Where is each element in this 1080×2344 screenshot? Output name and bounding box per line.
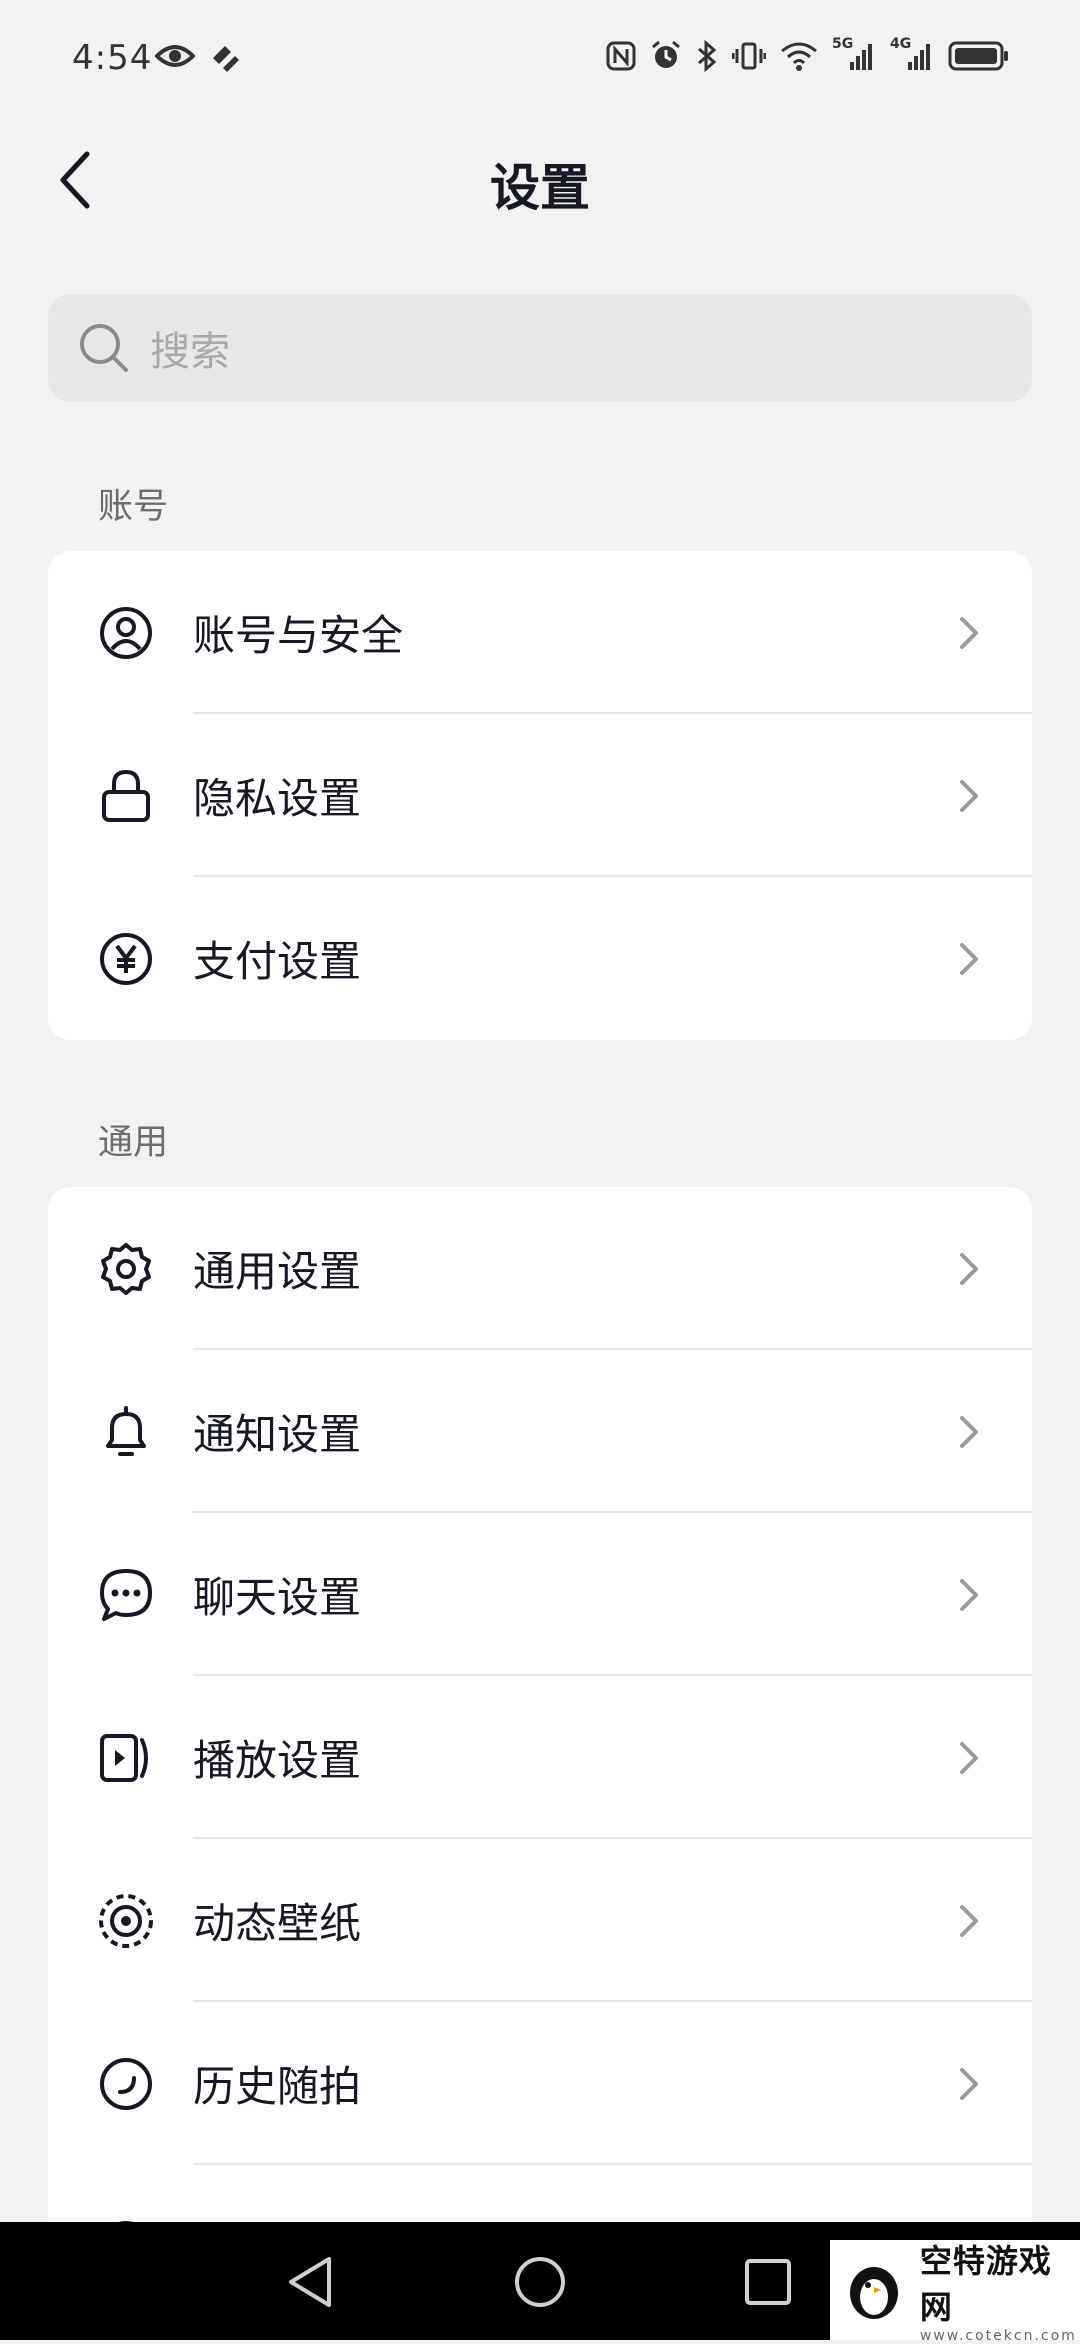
battery-icon xyxy=(948,41,1008,71)
watermark-name: 空特游戏网 xyxy=(919,2242,1052,2326)
settings-item-label: 支付设置 xyxy=(193,937,362,986)
section-label-general: 通用 xyxy=(98,1123,169,1163)
status-time: 4:54 xyxy=(72,38,153,78)
dynamic-wallpaper-icon xyxy=(96,1891,156,1951)
wifi-icon xyxy=(781,42,817,71)
chevron-right-icon xyxy=(954,1412,984,1452)
settings-item-chat[interactable]: 聊天设置 xyxy=(48,1513,1032,1676)
play-settings-icon xyxy=(96,1728,156,1788)
chevron-right-icon xyxy=(954,939,984,979)
chevron-right-icon xyxy=(954,613,984,653)
page-title: 设置 xyxy=(490,159,590,217)
search-input[interactable]: 搜索 xyxy=(48,294,1032,402)
triangle-back-icon xyxy=(289,2257,331,2307)
lock-icon xyxy=(96,766,156,826)
bluetooth-icon xyxy=(698,40,717,72)
settings-item-label: 历史随拍 xyxy=(193,2062,362,2111)
search-placeholder: 搜索 xyxy=(150,329,230,375)
chat-bubble-icon xyxy=(96,1565,156,1625)
chevron-right-icon xyxy=(954,776,984,816)
nav-recents-button[interactable] xyxy=(738,2252,798,2312)
nav-home-button[interactable] xyxy=(510,2252,570,2312)
settings-item-payment[interactable]: 支付设置 xyxy=(48,877,1032,1040)
watermark: 空特游戏网 www.cotekcn.com xyxy=(830,2240,1080,2344)
circle-home-icon xyxy=(515,2257,565,2307)
chevron-right-icon xyxy=(954,1901,984,1941)
watermark-logo-icon xyxy=(840,2255,908,2325)
settings-item-label: 账号与安全 xyxy=(193,611,404,660)
account-settings-card: 账号与安全 隐私设置 支付设置 xyxy=(48,551,1032,1040)
alarm-icon xyxy=(652,40,680,68)
general-settings-card: 通用设置 通知设置 聊天设置 播放设置 动态壁纸 历史随拍 xyxy=(48,1187,1032,2247)
header: 设置 xyxy=(0,130,1080,230)
chevron-right-icon xyxy=(954,1249,984,1289)
status-bar: 4:54 5G 4G xyxy=(0,0,1080,120)
settings-item-dynamic-wallpaper[interactable]: 动态壁纸 xyxy=(48,1839,1032,2002)
vibrate-icon xyxy=(732,42,766,70)
settings-item-label: 聊天设置 xyxy=(193,1573,362,1622)
settings-item-label: 通用设置 xyxy=(193,1247,362,1296)
settings-item-account-security[interactable]: 账号与安全 xyxy=(48,551,1032,714)
bell-icon xyxy=(96,1402,156,1462)
settings-item-label: 通知设置 xyxy=(193,1410,362,1459)
settings-item-privacy[interactable]: 隐私设置 xyxy=(48,714,1032,877)
chevron-right-icon xyxy=(954,2064,984,2104)
app-notification-icon xyxy=(213,46,239,72)
watermark-url: www.cotekcn.com xyxy=(919,2328,1077,2344)
square-recents-icon xyxy=(745,2259,791,2305)
nfc-icon xyxy=(606,41,636,71)
signal-5g-icon: 5G xyxy=(832,36,876,72)
yen-icon xyxy=(96,929,156,989)
eye-icon xyxy=(155,45,195,67)
user-circle-icon xyxy=(96,603,156,663)
chevron-right-icon xyxy=(954,1738,984,1778)
history-icon xyxy=(96,2054,156,2114)
gear-icon xyxy=(96,1239,156,1299)
settings-item-label: 动态壁纸 xyxy=(193,1899,362,1948)
nav-back-button[interactable] xyxy=(280,2252,340,2312)
settings-item-label: 播放设置 xyxy=(193,1736,362,1785)
search-icon xyxy=(76,320,132,376)
settings-item-label: 隐私设置 xyxy=(193,774,362,823)
settings-item-general[interactable]: 通用设置 xyxy=(48,1187,1032,1350)
section-label-account: 账号 xyxy=(98,487,169,527)
settings-item-notification[interactable]: 通知设置 xyxy=(48,1350,1032,1513)
settings-item-history-snaps[interactable]: 历史随拍 xyxy=(48,2002,1032,2165)
chevron-right-icon xyxy=(954,1575,984,1615)
signal-4g-icon: 4G xyxy=(890,36,934,72)
settings-item-playback[interactable]: 播放设置 xyxy=(48,1676,1032,1839)
